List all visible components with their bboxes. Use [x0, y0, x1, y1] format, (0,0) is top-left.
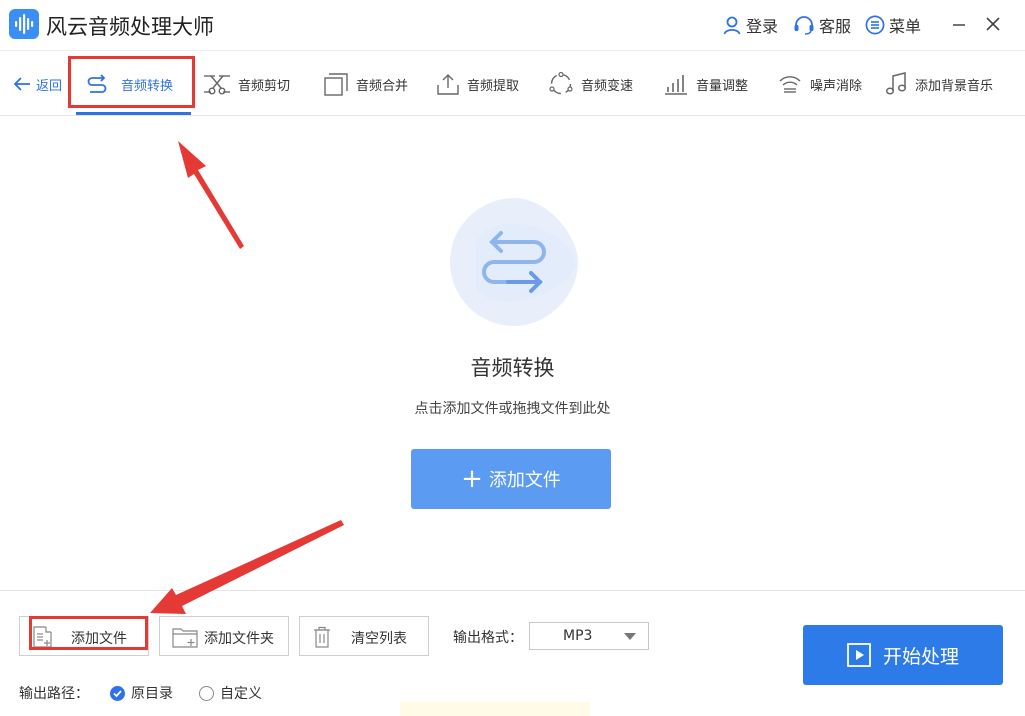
back-label: 返回 — [36, 78, 63, 94]
menu-button[interactable]: 菜单 — [865, 13, 921, 37]
back-button[interactable]: 返回 — [12, 51, 62, 117]
close-icon — [986, 17, 1000, 31]
tab-add-background-music-label: 添加背景音乐 — [915, 78, 994, 94]
close-button[interactable] — [981, 12, 1005, 36]
customer-service-label: 客服 — [819, 17, 852, 36]
menu-icon — [865, 15, 885, 35]
start-processing-button[interactable]: 开始处理 — [803, 625, 1003, 685]
customer-service-button[interactable]: 客服 — [793, 13, 851, 37]
convert-arrows-icon — [448, 196, 580, 328]
output-path-original-label: 原目录 — [131, 686, 173, 702]
output-format-value: MP3 — [563, 628, 593, 644]
tab-volume-adjust[interactable]: 音量调整 — [663, 51, 748, 117]
plus-icon: + — [461, 464, 483, 494]
arrow-left-icon — [13, 77, 30, 91]
tab-audio-merge-label: 音频合并 — [356, 78, 409, 94]
merge-icon — [324, 73, 348, 96]
title-bar: 风云音频处理大师 登录 客服 菜单 — [0, 0, 1025, 50]
active-tab-indicator — [76, 112, 191, 115]
clear-list-button[interactable]: 清空列表 — [299, 616, 429, 656]
add-folder-button[interactable]: 添加文件夹 — [159, 616, 289, 656]
radio-checked-icon — [110, 685, 125, 701]
chevron-down-icon — [624, 633, 636, 640]
play-icon — [847, 643, 871, 667]
arrow-to-add-file — [150, 520, 344, 614]
output-path-original-radio[interactable]: 原目录 — [110, 683, 173, 703]
add-folder-icon — [172, 628, 198, 648]
highlight-box-convert-tab — [68, 56, 195, 108]
arrow-to-convert-tab — [178, 141, 244, 249]
tab-audio-extract[interactable]: 音频提取 — [436, 51, 519, 117]
output-path-label: 输出路径： — [19, 686, 89, 702]
noise-icon — [779, 76, 801, 93]
tab-audio-speed-label: 音频变速 — [581, 78, 634, 94]
user-icon — [723, 16, 741, 35]
login-label: 登录 — [746, 17, 779, 36]
volume-bars-icon — [665, 75, 687, 95]
highlight-box-add-file — [29, 616, 148, 650]
dropzone-hint: 点击添加文件或拖拽文件到此处 — [414, 401, 611, 417]
speed-icon — [549, 71, 573, 95]
minimize-icon — [953, 24, 965, 26]
output-path-custom-radio[interactable]: 自定义 — [199, 683, 262, 703]
output-path-custom-label: 自定义 — [220, 686, 262, 702]
tab-noise-removal-label: 噪声消除 — [810, 78, 863, 94]
app-title: 风云音频处理大师 — [46, 15, 214, 39]
tab-audio-merge[interactable]: 音频合并 — [323, 51, 408, 117]
extract-icon — [437, 74, 459, 95]
scissors-icon — [204, 75, 230, 95]
trash-icon — [314, 626, 330, 648]
clear-list-label: 清空列表 — [351, 631, 407, 647]
audio-wave-logo-icon — [9, 9, 39, 39]
tab-add-background-music[interactable]: 添加背景音乐 — [884, 51, 993, 117]
headset-icon — [794, 16, 814, 35]
menu-label: 菜单 — [889, 17, 922, 36]
add-file-primary-label: 添加文件 — [488, 470, 561, 491]
tab-audio-cut-label: 音频剪切 — [238, 78, 291, 94]
bottom-divider — [0, 590, 1025, 591]
start-processing-label: 开始处理 — [882, 645, 959, 668]
tab-audio-extract-label: 音频提取 — [467, 78, 520, 94]
radio-unchecked-icon — [199, 685, 214, 701]
output-format-select[interactable]: MP3 — [529, 622, 649, 650]
login-button[interactable]: 登录 — [722, 13, 778, 37]
tab-audio-cut[interactable]: 音频剪切 — [203, 51, 290, 117]
tab-audio-speed[interactable]: 音频变速 — [548, 51, 633, 117]
add-file-primary-button[interactable]: + 添加文件 — [411, 449, 611, 509]
add-folder-label: 添加文件夹 — [204, 631, 274, 647]
minimize-button[interactable] — [947, 12, 971, 36]
bottom-edge-strip — [400, 702, 590, 716]
tab-volume-adjust-label: 音量调整 — [696, 78, 749, 94]
dropzone-title: 音频转换 — [470, 356, 555, 380]
tab-noise-removal[interactable]: 噪声消除 — [777, 51, 862, 117]
music-note-icon — [885, 72, 907, 95]
output-format-label: 输出格式： — [453, 630, 523, 646]
